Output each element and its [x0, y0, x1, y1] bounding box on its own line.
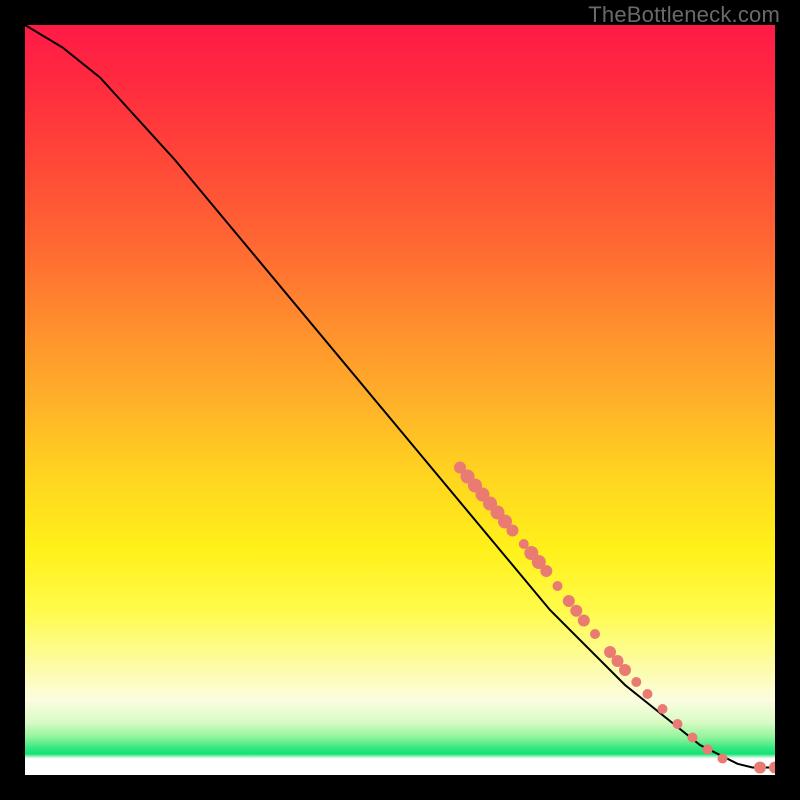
highlight-point [563, 595, 575, 607]
highlight-point [718, 754, 728, 764]
highlight-point [631, 677, 641, 687]
highlight-point [590, 629, 600, 639]
watermark-text: TheBottleneck.com [588, 2, 780, 28]
chart-stage: TheBottleneck.com [0, 0, 800, 800]
highlight-point [754, 762, 766, 774]
highlight-points-group [454, 462, 775, 774]
plot-area [25, 25, 775, 775]
highlight-point [578, 615, 590, 627]
highlight-point [540, 565, 552, 577]
highlight-point [658, 704, 668, 714]
highlight-point [507, 525, 519, 537]
bottleneck-curve-path [25, 25, 775, 768]
highlight-point [570, 605, 582, 617]
highlight-point [688, 733, 698, 743]
chart-svg [25, 25, 775, 775]
highlight-point [553, 581, 563, 591]
highlight-point [673, 719, 683, 729]
highlight-point [619, 664, 631, 676]
highlight-point [703, 745, 713, 755]
highlight-point [769, 762, 775, 774]
highlight-point [643, 689, 653, 699]
